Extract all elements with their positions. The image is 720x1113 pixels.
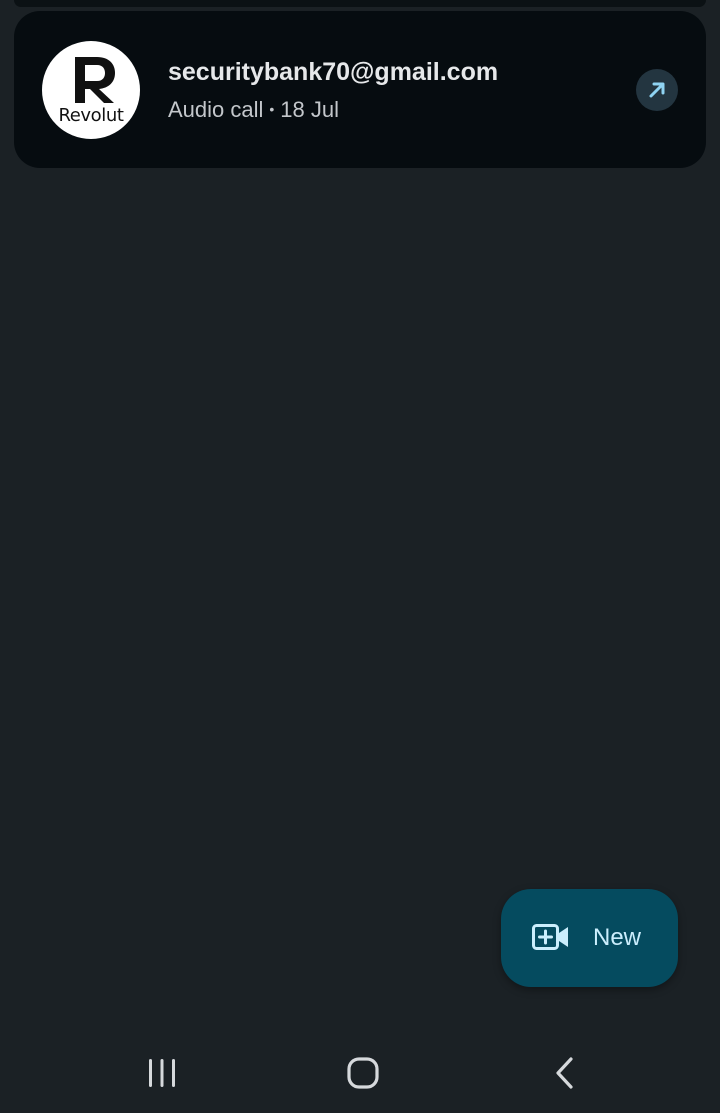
call-meta: Audio call • 18 Jul (168, 95, 339, 124)
call-back-button[interactable] (636, 69, 678, 111)
contact-name: securitybank70@gmail.com (168, 58, 499, 86)
video-call-add-icon (532, 924, 568, 950)
recent-apps-icon (149, 1059, 175, 1087)
avatar-brand-text: Revolut (58, 105, 124, 126)
call-log-item[interactable]: Revolut securitybank70@gmail.com Audio c… (14, 11, 706, 168)
screen: Revolut securitybank70@gmail.com Audio c… (0, 0, 720, 1113)
new-call-button[interactable]: New (501, 889, 678, 987)
call-date: 18 Jul (280, 97, 340, 122)
previous-card-edge (14, 0, 706, 7)
home-button[interactable] (333, 1050, 393, 1096)
home-icon (347, 1057, 379, 1089)
call-type: Audio call (168, 97, 264, 122)
meta-separator: • (269, 101, 275, 117)
outgoing-call-arrow-icon (649, 82, 665, 98)
new-button-label: New (593, 924, 642, 951)
avatar[interactable]: Revolut (42, 41, 140, 139)
navigation-bar (0, 1030, 720, 1113)
back-icon (556, 1057, 573, 1089)
back-button[interactable] (535, 1050, 595, 1096)
recent-apps-button[interactable] (132, 1050, 192, 1096)
